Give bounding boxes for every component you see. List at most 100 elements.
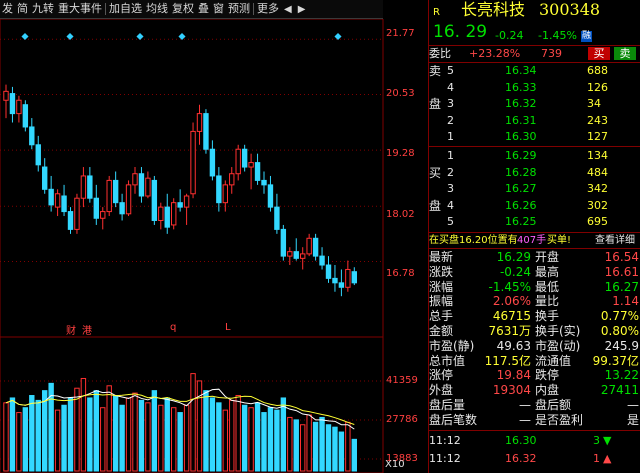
marker-l[interactable]: L <box>225 322 231 333</box>
toolbar-btn-forecast[interactable]: 预测 <box>226 1 252 17</box>
toolbar-btn-simple[interactable]: 简 <box>15 1 30 17</box>
order-price: 16.30 <box>505 130 537 143</box>
volume-bar <box>203 390 209 472</box>
price-change-pct: -1.45% <box>538 29 577 42</box>
candle-body <box>3 90 9 101</box>
stat-label-left: 市盈(静) <box>429 338 475 353</box>
tick-row: 11:12 16.32 1 ▲ <box>429 452 640 466</box>
arrow-down-icon: ▼ <box>603 434 612 447</box>
volume-bar <box>351 438 358 472</box>
candle-body <box>222 184 229 204</box>
volume-bar <box>61 404 67 472</box>
toolbar-btn-add-watchlist[interactable]: 加自选 <box>107 1 144 17</box>
candle-body <box>67 211 74 230</box>
order-row[interactable]: 3 16.27 342 <box>429 182 640 196</box>
volume-bar <box>274 409 280 472</box>
order-price: 16.32 <box>505 97 537 110</box>
order-row[interactable]: 2 16.31 243 <box>429 114 640 128</box>
candle-body <box>35 144 41 166</box>
toolbar-btn-fa[interactable]: 发 <box>0 1 15 17</box>
chart-toolbar: 发 简 九转 重大事件 加自选 均线 复权 叠 窗 预测 更多 ◀ ▶ <box>0 0 383 19</box>
toolbar-btn-major-events[interactable]: 重大事件 <box>56 1 104 17</box>
order-row[interactable]: 1 16.30 127 <box>429 130 640 144</box>
sell-button[interactable]: 卖 <box>614 47 636 60</box>
candle-body <box>54 193 61 208</box>
candle-body <box>177 202 183 208</box>
order-level: 1 <box>447 149 454 162</box>
candle-body <box>229 173 235 186</box>
scroll-right-icon[interactable]: ▶ <box>295 4 309 15</box>
order-level: 1 <box>447 130 454 143</box>
candle-body <box>48 188 54 206</box>
volume-bar <box>93 390 99 472</box>
stat-label-right: 量比 <box>535 294 560 309</box>
stat-value-right: 16.54 <box>604 250 639 264</box>
tick-volume: 1 <box>593 452 600 465</box>
toolbar-btn-more[interactable]: 更多 <box>255 1 281 17</box>
order-row[interactable]: 盘 3 16.32 34 <box>429 97 640 111</box>
kline-chart[interactable] <box>0 19 428 473</box>
volume-bar <box>293 419 299 472</box>
marker-q[interactable]: q <box>170 322 176 333</box>
marker-finance[interactable]: 财 <box>66 322 76 337</box>
order-level: 2 <box>447 165 454 179</box>
volume-bar <box>164 397 170 472</box>
candle-body <box>125 184 132 215</box>
order-volume: 34 <box>587 97 601 110</box>
stat-value-right: 0.77% <box>600 309 639 324</box>
price-label-5: 16.78 <box>386 268 415 279</box>
toolbar-btn-adjust[interactable]: 复权 <box>170 1 196 17</box>
stat-value-left: 7631万 <box>488 324 531 338</box>
candle-body <box>112 179 119 204</box>
scroll-left-icon[interactable]: ◀ <box>281 4 295 15</box>
order-row[interactable]: 5 16.25 695 <box>429 215 640 229</box>
stat-value-right: 0.80% <box>600 324 639 338</box>
order-side-label: 盘 <box>429 198 442 213</box>
order-price: 16.31 <box>505 113 537 127</box>
volume-bar <box>267 407 274 472</box>
stat-label-right: 换手 <box>535 309 560 324</box>
diamond-event-icon <box>136 32 144 41</box>
volume-bar <box>241 404 248 472</box>
stat-label-left: 盘后量 <box>429 398 466 412</box>
toolbar-btn-overlay[interactable]: 叠 <box>196 1 211 17</box>
volume-bar <box>151 390 158 472</box>
marker-hk[interactable]: 港 <box>82 322 92 337</box>
toolbar-btn-moving-average[interactable]: 均线 <box>144 1 170 17</box>
toolbar-btn-jiuzhuan[interactable]: 九转 <box>30 1 56 17</box>
stat-label-right: 换手(实) <box>535 324 581 338</box>
order-row[interactable]: 4 16.33 126 <box>429 81 640 95</box>
candle-body <box>16 99 22 115</box>
stat-value-right: — <box>627 398 639 412</box>
volume-bar <box>35 399 41 472</box>
stat-label-left: 振幅 <box>429 294 454 309</box>
stat-value-left: 16.29 <box>496 250 531 264</box>
buy-button[interactable]: 买 <box>588 47 610 60</box>
stat-value-right: 是 <box>626 412 639 427</box>
order-row[interactable]: 卖 5 16.34 688 <box>429 64 640 78</box>
volume-bar <box>254 402 261 472</box>
order-row[interactable]: 1 16.29 134 <box>429 149 640 163</box>
candle-body <box>164 206 170 228</box>
candle-body <box>196 113 203 132</box>
order-row[interactable]: 买 2 16.28 484 <box>429 166 640 180</box>
order-row[interactable]: 盘 4 16.26 302 <box>429 199 640 213</box>
tick-time: 11:12 <box>429 434 461 447</box>
candle-body <box>74 197 80 230</box>
volume-bar <box>132 392 138 472</box>
order-price: 16.27 <box>505 182 537 195</box>
price-label-1: 21.77 <box>386 28 415 39</box>
volume-bar <box>235 395 241 472</box>
candle-body <box>151 179 158 221</box>
weibi-label: 委比 <box>429 47 451 60</box>
order-price: 16.29 <box>505 149 537 162</box>
stat-value-right: 1.14 <box>612 294 639 309</box>
candle-body <box>325 264 332 279</box>
order-volume: 688 <box>587 64 608 77</box>
order-price: 16.25 <box>505 215 537 228</box>
notice-detail-link[interactable]: 查看详细 <box>595 234 635 248</box>
candle-body <box>261 179 267 186</box>
toolbar-btn-window[interactable]: 窗 <box>211 1 226 17</box>
volume-bar <box>300 424 306 472</box>
stat-row: 盘后笔数 — 是否盈利 是 <box>429 413 640 427</box>
